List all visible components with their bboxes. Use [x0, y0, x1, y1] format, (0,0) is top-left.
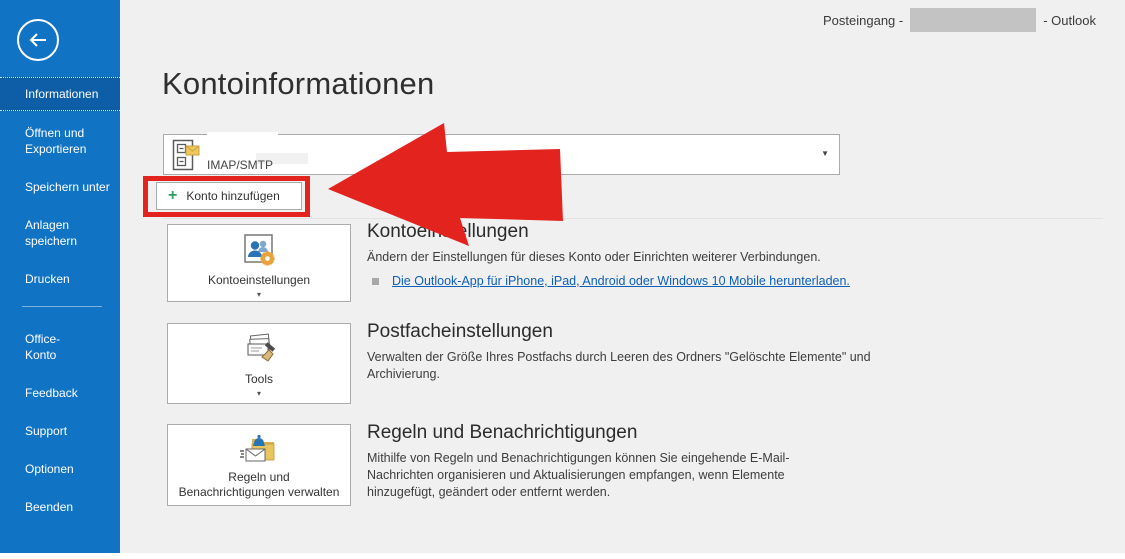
section-description: Verwalten der Größe Ihres Postfachs durc…	[367, 350, 871, 381]
account-settings-icon	[244, 234, 275, 266]
sidebar-item-drucken[interactable]: Drucken	[0, 271, 120, 287]
mailbox-settings-section: Postfacheinstellungen Verwalten der Größ…	[367, 321, 871, 383]
sidebar-item-oeffnen-und-exportieren[interactable]: Öffnen und Exportieren	[0, 125, 120, 157]
window-title-suffix: - Outlook	[1043, 12, 1096, 28]
back-arrow-icon	[29, 33, 46, 47]
tools-button[interactable]: Tools ▾	[167, 323, 351, 404]
account-mailbox-icon	[172, 139, 200, 171]
chevron-down-icon: ▾	[256, 389, 261, 398]
section-separator	[163, 218, 1103, 219]
dropdown-caret-icon: ▼	[821, 149, 829, 158]
section-heading: Postfacheinstellungen	[367, 321, 553, 342]
rules-alerts-button[interactable]: Regeln und Benachrichtigungen verwalten	[167, 424, 351, 506]
sidebar-item-office-konto[interactable]: Office- Konto	[0, 331, 120, 363]
kontoeinstellungen-button[interactable]: Kontoeinstellungen ▾	[167, 224, 351, 302]
chevron-down-icon: ▾	[256, 290, 261, 299]
window-title-prefix: Posteingang -	[823, 12, 904, 28]
rules-alerts-icon	[240, 434, 275, 462]
tools-button-label: Tools	[244, 372, 273, 386]
annotation-highlight-box	[143, 176, 310, 217]
sidebar-item-feedback[interactable]: Feedback	[0, 385, 120, 401]
account-protocol-label: IMAP/SMTP	[207, 158, 274, 172]
section-heading: Regeln und Benachrichtigungen	[367, 422, 638, 443]
outlook-backstage: Posteingang - - Outlook Informationen Öf…	[0, 0, 1125, 559]
rules-alerts-section: Regeln und Benachrichtigungen Mithilfe v…	[367, 422, 790, 501]
window-title: Posteingang - - Outlook	[823, 8, 1096, 32]
bell-icon	[253, 434, 265, 446]
cleanup-tools-icon	[247, 333, 276, 362]
redacted-account-display-name	[207, 132, 278, 155]
outlook-app-download-link[interactable]: Die Outlook-App für iPhone, iPad, Androi…	[392, 274, 850, 288]
kontoeinstellungen-button-label: Kontoeinstellungen	[207, 273, 311, 287]
sidebar-item-optionen[interactable]: Optionen	[0, 461, 120, 477]
page-title: Kontoinformationen	[162, 66, 435, 101]
sidebar-item-anlagen-speichern[interactable]: Anlagen speichern	[0, 217, 120, 249]
sidebar-divider	[22, 306, 102, 307]
window-bottom-edge	[0, 553, 1125, 559]
rules-alerts-button-label: Regeln und Benachrichtigungen verwalten	[178, 470, 340, 499]
backstage-sidebar: Informationen Öffnen und Exportieren Spe…	[0, 0, 120, 553]
sidebar-item-support[interactable]: Support	[0, 423, 120, 439]
bullet-square-icon	[372, 278, 379, 285]
sidebar-item-speichern-unter[interactable]: Speichern unter	[0, 179, 120, 195]
redacted-account-name	[910, 8, 1037, 32]
back-button[interactable]	[17, 19, 59, 61]
sidebar-item-beenden[interactable]: Beenden	[0, 499, 120, 515]
sidebar-item-informationen[interactable]: Informationen	[0, 77, 120, 111]
gear-icon	[260, 251, 275, 266]
envelope-icon	[185, 145, 200, 156]
envelope-icon	[240, 448, 266, 462]
annotation-left-arrow	[328, 123, 563, 246]
section-description: Mithilfe von Regeln und Benachrichtigung…	[367, 451, 790, 499]
